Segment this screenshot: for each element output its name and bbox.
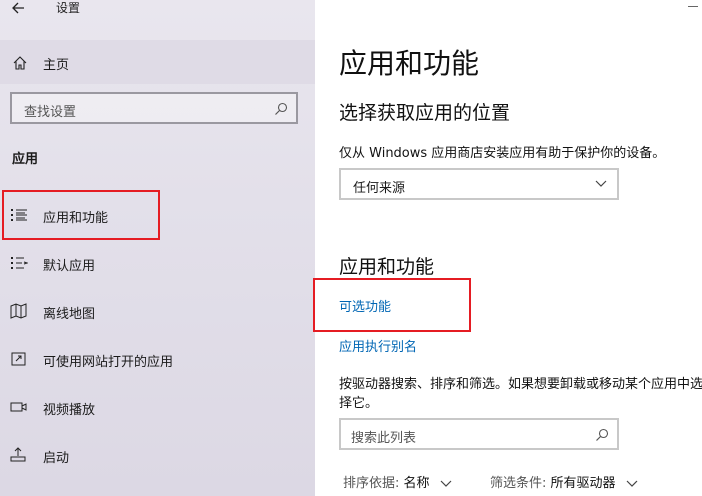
apps-for-websites-icon bbox=[11, 352, 26, 366]
main-content: 应用和功能 选择获取应用的位置 仅从 Windows 应用商店安装应用有助于保护… bbox=[315, 0, 702, 496]
app-source-value: 任何来源 bbox=[353, 181, 406, 196]
page-title: 应用和功能 bbox=[339, 47, 480, 80]
apps-list-description: 按驱动器搜索、排序和筛选。如果想要卸载或移动某个应用中选择它。 bbox=[339, 377, 702, 411]
install-location-description: 仅从 Windows 应用商店安装应用有助于保护你的设备。 bbox=[339, 146, 666, 161]
settings-search-input[interactable]: 查找设置 bbox=[10, 92, 298, 124]
sidebar-item-startup[interactable]: 启动 bbox=[0, 435, 315, 475]
sidebar-item-offline-maps[interactable]: 离线地图 bbox=[0, 291, 315, 331]
search-icon bbox=[275, 102, 288, 115]
apps-features-heading: 应用和功能 bbox=[339, 256, 435, 278]
section-title: 应用 bbox=[12, 152, 39, 167]
chevron-down-icon bbox=[595, 180, 607, 187]
highlight-box-optional-features bbox=[313, 278, 471, 332]
install-location-heading: 选择获取应用的位置 bbox=[339, 102, 511, 124]
sidebar-item-label: 启动 bbox=[43, 451, 70, 466]
back-arrow-icon[interactable] bbox=[10, 0, 30, 18]
default-apps-icon bbox=[11, 257, 28, 269]
title-bar: 设置 bbox=[0, 0, 315, 30]
app-execution-alias-link[interactable]: 应用执行别名 bbox=[339, 336, 417, 355]
home-icon bbox=[13, 56, 27, 70]
startup-icon bbox=[10, 447, 26, 462]
window-control-dash[interactable] bbox=[688, 6, 698, 7]
sidebar-item-video-playback[interactable]: 视频播放 bbox=[0, 387, 315, 427]
chevron-down-icon bbox=[440, 480, 452, 487]
sort-label: 排序依据: bbox=[343, 476, 400, 491]
home-label: 主页 bbox=[43, 58, 70, 73]
sidebar-item-default-apps[interactable]: 默认应用 bbox=[0, 243, 315, 283]
filter-label: 筛选条件: bbox=[490, 476, 547, 491]
sidebar-item-label: 可使用网站打开的应用 bbox=[43, 355, 174, 370]
filter-value: 所有驱动器 bbox=[550, 476, 616, 491]
sort-value: 名称 bbox=[403, 476, 430, 491]
sort-by-dropdown[interactable]: 排序依据: 名称 bbox=[343, 472, 452, 491]
sidebar-item-label: 默认应用 bbox=[43, 259, 96, 274]
apps-search-placeholder: 搜索此列表 bbox=[351, 431, 417, 446]
sidebar-item-label: 视频播放 bbox=[43, 403, 96, 418]
highlight-box-apps-features bbox=[2, 190, 160, 240]
home-nav-item[interactable]: 主页 bbox=[0, 40, 315, 84]
sidebar-item-label: 离线地图 bbox=[43, 307, 96, 322]
sidebar: 设置 主页 查找设置 应用 应用和功能 默认应用 离线地图 可使用网站打开的应用… bbox=[0, 0, 315, 496]
app-source-dropdown[interactable]: 任何来源 bbox=[339, 168, 619, 200]
search-icon bbox=[596, 428, 609, 441]
apps-list-search-input[interactable]: 搜索此列表 bbox=[339, 418, 619, 450]
chevron-down-icon bbox=[626, 480, 638, 487]
sidebar-item-apps-for-websites[interactable]: 可使用网站打开的应用 bbox=[0, 339, 315, 379]
video-playback-icon bbox=[10, 402, 27, 412]
offline-maps-icon bbox=[10, 303, 27, 319]
window-title: 设置 bbox=[56, 1, 81, 15]
search-placeholder: 查找设置 bbox=[24, 105, 77, 120]
filter-by-dropdown[interactable]: 筛选条件: 所有驱动器 bbox=[490, 472, 638, 491]
